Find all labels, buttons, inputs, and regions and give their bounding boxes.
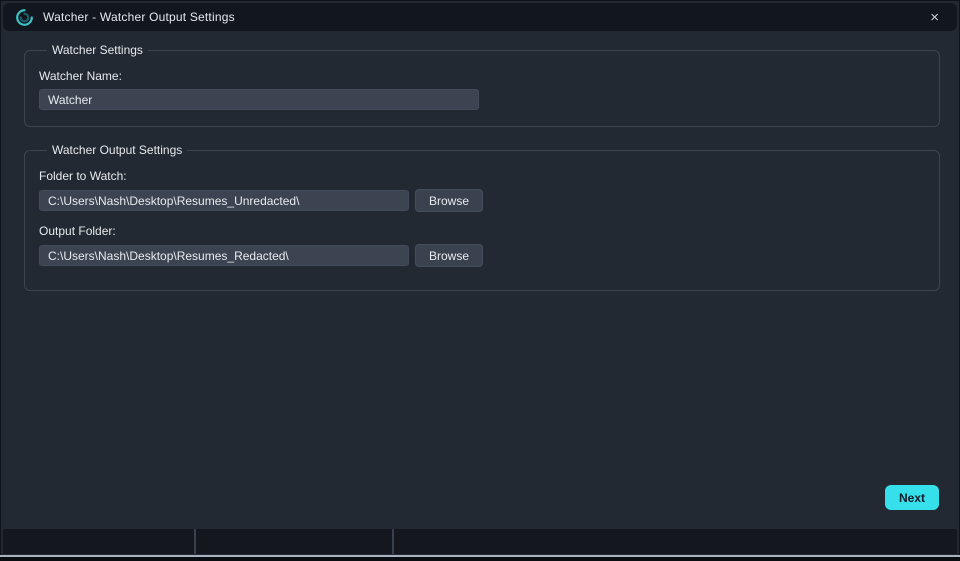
next-button[interactable]: Next	[885, 485, 939, 510]
output-folder-label: Output Folder:	[39, 224, 116, 238]
status-pane-3	[394, 529, 957, 554]
close-icon[interactable]: ×	[924, 8, 945, 27]
folder-to-watch-input[interactable]	[39, 190, 409, 211]
watcher-output-settings-legend: Watcher Output Settings	[52, 143, 183, 157]
main-content: Watcher Settings Watcher Name: Watcher O…	[3, 31, 957, 526]
app-window: Watcher - Watcher Output Settings × Watc…	[0, 0, 960, 558]
watcher-name-label: Watcher Name:	[39, 69, 122, 83]
folder-to-watch-row: Browse	[39, 189, 925, 212]
output-folder-input[interactable]	[39, 245, 409, 266]
status-pane-2	[196, 529, 392, 554]
output-folder-row: Browse	[39, 244, 925, 267]
screen-bottom-gap	[0, 557, 960, 561]
watcher-settings-legend: Watcher Settings	[52, 43, 143, 57]
window-title: Watcher - Watcher Output Settings	[43, 10, 235, 24]
browse-watch-folder-button[interactable]: Browse	[415, 189, 484, 212]
browse-output-folder-button[interactable]: Browse	[415, 244, 484, 267]
watcher-name-input[interactable]	[39, 89, 479, 110]
watcher-settings-group: Watcher Settings Watcher Name:	[24, 43, 940, 127]
status-bar	[3, 529, 957, 554]
status-pane-1	[3, 529, 194, 554]
title-bar: Watcher - Watcher Output Settings ×	[3, 3, 957, 31]
watcher-output-settings-group: Watcher Output Settings Folder to Watch:…	[24, 143, 940, 291]
app-logo-swirl-icon	[16, 8, 33, 26]
folder-to-watch-label: Folder to Watch:	[39, 169, 127, 183]
